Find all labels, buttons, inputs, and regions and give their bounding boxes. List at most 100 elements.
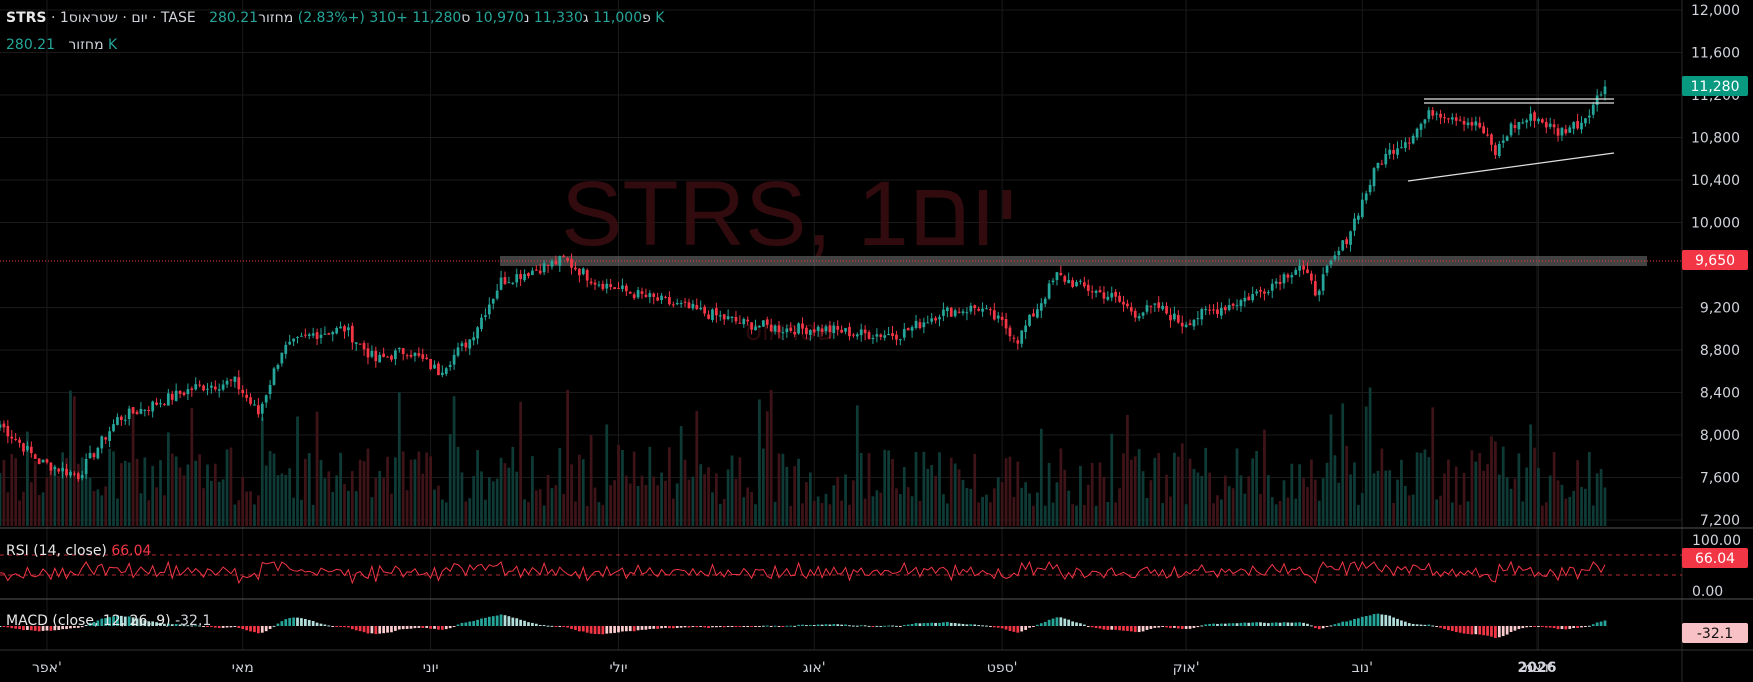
volume-bar [707, 467, 710, 526]
macd-bar [1016, 626, 1020, 633]
volume-bar [1380, 448, 1384, 526]
candle-body [1063, 276, 1067, 282]
candle-body [100, 436, 104, 449]
macd-bar [491, 616, 495, 626]
candle-body [358, 343, 362, 345]
candle-body [437, 363, 440, 376]
volume-bar [1466, 501, 1470, 526]
macd-bar [1497, 626, 1501, 638]
macd-bar [981, 625, 984, 627]
volume-bar [1357, 504, 1360, 526]
volume-bar [456, 446, 460, 526]
candle-body [824, 326, 828, 332]
volume-bar [1521, 501, 1525, 526]
candle-body [1447, 118, 1450, 120]
volume-bar [135, 458, 139, 526]
volume-bar [546, 474, 550, 526]
candle-body [910, 327, 914, 331]
volume-bar [229, 447, 233, 526]
macd-bar [1122, 626, 1125, 631]
candle-body [632, 294, 636, 299]
macd-bar [534, 623, 538, 626]
candle-body [1157, 302, 1161, 309]
macd-bar [1584, 626, 1587, 627]
time-axis[interactable]: אפר' מאי יוני יולי אוג' ספט' אוק' נוב' דצמ'2026 [32, 660, 1556, 676]
macd-pane[interactable]: -32.1 [0, 613, 1748, 643]
volume-bar [726, 469, 730, 526]
price-chart[interactable]: STRS, 1יום שטראוס 12,00011,60011,20010,8… [0, 0, 1753, 682]
macd-bar [1235, 623, 1239, 626]
candle-body [382, 353, 386, 357]
volume-bar [523, 499, 526, 526]
candle-body [550, 260, 554, 267]
macd-legend[interactable]: MACD (close, 12, 26, 9) -32.1 [6, 613, 211, 629]
volume-bar [80, 457, 84, 526]
volume-bar [1505, 477, 1509, 526]
macd-bar [511, 617, 515, 626]
volume-bar [1349, 474, 1352, 526]
volume-bar [1255, 450, 1258, 526]
volume-bar [922, 451, 926, 526]
volume-bar [155, 487, 158, 526]
macd-bar [577, 626, 581, 632]
macd-bar [1306, 623, 1309, 626]
candle-body [1360, 199, 1364, 217]
candle-body [421, 354, 425, 359]
candle-body [730, 316, 734, 318]
volume-bar [1552, 452, 1556, 526]
macd-bar [605, 626, 609, 634]
candle-body [88, 452, 92, 459]
macd-bar [797, 624, 800, 626]
trend-line-bottom[interactable] [1407, 152, 1615, 182]
macd-bar [1270, 622, 1274, 626]
volume-bar [1075, 505, 1078, 526]
volume-bar [143, 457, 147, 526]
volume-bar [793, 466, 797, 526]
volume-bar [1462, 472, 1466, 526]
candle-body [523, 274, 526, 281]
volume-bar [272, 453, 276, 526]
candle-body [1521, 122, 1525, 124]
volume-bar [464, 501, 468, 526]
candle-body [769, 324, 773, 332]
macd-bar [957, 623, 961, 626]
candle-body [805, 327, 808, 335]
volume-bar [695, 410, 699, 526]
volume-bar [683, 459, 687, 526]
volume-bar [1474, 461, 1478, 526]
candle-body [1137, 316, 1141, 319]
macd-bar [703, 626, 707, 628]
volume-bar [1537, 468, 1540, 526]
candle-body [738, 322, 742, 324]
rsi-pane[interactable]: 100.00 0.00 66.04 [0, 533, 1748, 600]
candle-body [781, 332, 785, 334]
macd-bar [895, 625, 898, 627]
candle-body [695, 305, 699, 310]
symbol-legend[interactable]: STRS · 1יום · שטראוס · TASE פ11,000 ג11,… [6, 10, 665, 26]
volume-bar [233, 504, 237, 526]
volume-bar [761, 448, 765, 526]
volume-bar [1333, 455, 1337, 526]
volume-bar [812, 501, 816, 526]
candle-body [973, 305, 977, 309]
volume-bar [797, 458, 800, 526]
rsi-legend[interactable]: RSI (14, close) 66.04 [6, 543, 151, 559]
volume-bar [29, 482, 33, 526]
volume-legend[interactable]: מחזור 280.21 K [6, 37, 117, 53]
volume-bar [260, 417, 264, 526]
macd-bar [1568, 626, 1572, 629]
candle-body [1129, 307, 1133, 312]
candle-body [1450, 117, 1454, 120]
macd-bar [652, 626, 656, 629]
macd-bar [523, 620, 526, 626]
volume-bar [691, 476, 695, 526]
macd-bar [1470, 626, 1474, 635]
macd-bar [413, 626, 417, 629]
candle-body [621, 285, 624, 289]
candle-body [452, 354, 456, 365]
macd-bar [1137, 626, 1141, 633]
candle-body [1133, 310, 1137, 318]
candle-body [1357, 215, 1360, 220]
symbol-ticker[interactable]: STRS [6, 10, 47, 26]
volume-bar [902, 467, 906, 526]
